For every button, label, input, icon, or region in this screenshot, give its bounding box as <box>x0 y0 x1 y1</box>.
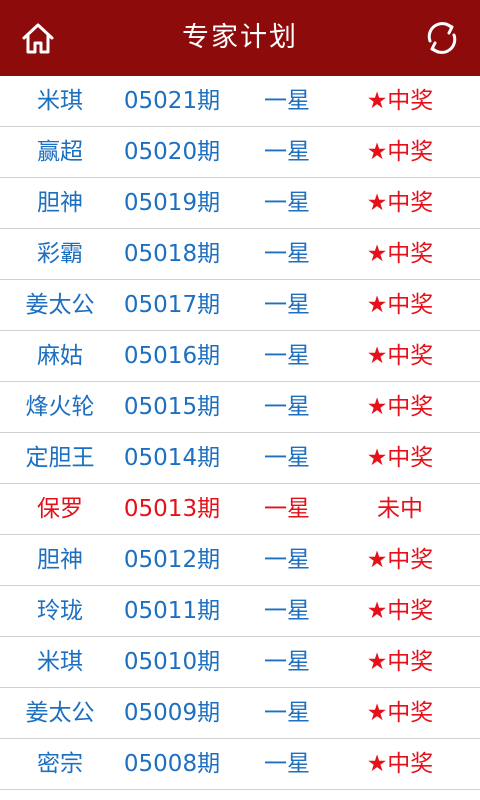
plan-type: 一星 <box>264 649 310 675</box>
plan-type: 一星 <box>264 241 310 267</box>
result-label: ★中奖 <box>366 139 434 165</box>
issue-number: 05013期 <box>123 496 221 522</box>
plan-type: 一星 <box>264 700 310 726</box>
issue-number: 05014期 <box>123 445 221 471</box>
plan-type: 一星 <box>264 394 310 420</box>
plan-type: 一星 <box>264 445 310 471</box>
expert-name: 定胆王 <box>25 445 95 471</box>
list-item[interactable]: 保罗 05013期 一星 未中 <box>0 484 480 535</box>
issue-number: 05010期 <box>123 649 221 675</box>
plan-type: 一星 <box>264 88 310 114</box>
list-item[interactable]: 姜太公 05017期 一星 ★中奖 <box>0 280 480 331</box>
expert-name: 姜太公 <box>25 292 95 318</box>
result-label: ★中奖 <box>366 751 434 777</box>
issue-number: 05016期 <box>123 343 221 369</box>
result-label: ★中奖 <box>366 700 434 726</box>
expert-name: 保罗 <box>37 496 83 522</box>
issue-number: 05012期 <box>123 547 221 573</box>
result-label: ★中奖 <box>366 547 434 573</box>
issue-number: 05009期 <box>123 700 221 726</box>
list-item[interactable]: 密宗 05008期 一星 ★中奖 <box>0 739 480 790</box>
expert-name: 彩霸 <box>37 241 83 267</box>
plan-type: 一星 <box>264 343 310 369</box>
plan-type: 一星 <box>264 496 310 522</box>
issue-number: 05018期 <box>123 241 221 267</box>
result-label: ★中奖 <box>366 343 434 369</box>
expert-name: 密宗 <box>37 751 83 777</box>
expert-name: 米琪 <box>37 88 83 114</box>
list-item[interactable]: 定胆王 05014期 一星 ★中奖 <box>0 433 480 484</box>
plan-type: 一星 <box>264 190 310 216</box>
list-item[interactable]: 彩霸 05018期 一星 ★中奖 <box>0 229 480 280</box>
expert-name: 麻姑 <box>37 343 83 369</box>
issue-number: 05017期 <box>123 292 221 318</box>
expert-name: 烽火轮 <box>25 394 95 420</box>
issue-number: 05020期 <box>123 139 221 165</box>
list-item[interactable]: 姜太公 05009期 一星 ★中奖 <box>0 688 480 739</box>
issue-number: 05021期 <box>123 88 221 114</box>
result-label: ★中奖 <box>366 394 434 420</box>
issue-number: 05015期 <box>123 394 221 420</box>
issue-number: 05011期 <box>123 598 221 624</box>
expert-name: 玲珑 <box>37 598 83 624</box>
plan-list[interactable]: 米琪 05021期 一星 ★中奖 赢超 05020期 一星 ★中奖 胆神 05019期 一星 ★中奖彩… <box>0 76 480 800</box>
result-label: ★中奖 <box>366 598 434 624</box>
plan-type: 一星 <box>264 292 310 318</box>
expert-name: 赢超 <box>37 139 83 165</box>
list-item[interactable]: 玲珑 05011期 一星 ★中奖 <box>0 586 480 637</box>
plan-type: 一星 <box>264 547 310 573</box>
app-header: 专家计划 <box>0 0 480 76</box>
result-label: ★中奖 <box>366 190 434 216</box>
list-item[interactable]: 米琪 05021期 一星 ★中奖 <box>0 76 480 127</box>
page-title: 专家计划 <box>182 22 298 53</box>
expert-name: 姜太公 <box>25 700 95 726</box>
plan-type: 一星 <box>264 751 310 777</box>
refresh-icon <box>427 22 457 54</box>
list-item[interactable]: 烽火轮 05015期 一星 ★中奖 <box>0 382 480 433</box>
result-label: ★中奖 <box>366 649 434 675</box>
plan-type: 一星 <box>264 598 310 624</box>
issue-number: 05008期 <box>123 751 221 777</box>
result-label: ★中奖 <box>366 241 434 267</box>
result-label: ★中奖 <box>366 292 434 318</box>
result-label: ★中奖 <box>366 445 434 471</box>
expert-name: 胆神 <box>37 547 83 573</box>
refresh-button[interactable] <box>420 16 464 60</box>
expert-name: 米琪 <box>37 649 83 675</box>
list-item[interactable]: 胆神 05012期 一星 ★中奖 <box>0 535 480 586</box>
plan-type: 一星 <box>264 139 310 165</box>
list-item[interactable]: 赢超 05020期 一星 ★中奖 <box>0 127 480 178</box>
list-item[interactable]: 麻姑 05016期 一星 ★中奖 <box>0 331 480 382</box>
result-label: ★中奖 <box>366 88 434 114</box>
result-label: 未中 <box>377 496 423 522</box>
list-item[interactable]: 米琪 05010期 一星 ★中奖 <box>0 637 480 688</box>
expert-name: 胆神 <box>37 190 83 216</box>
list-item[interactable]: 胆神 05019期 一星 ★中奖 <box>0 178 480 229</box>
issue-number: 05019期 <box>123 190 221 216</box>
